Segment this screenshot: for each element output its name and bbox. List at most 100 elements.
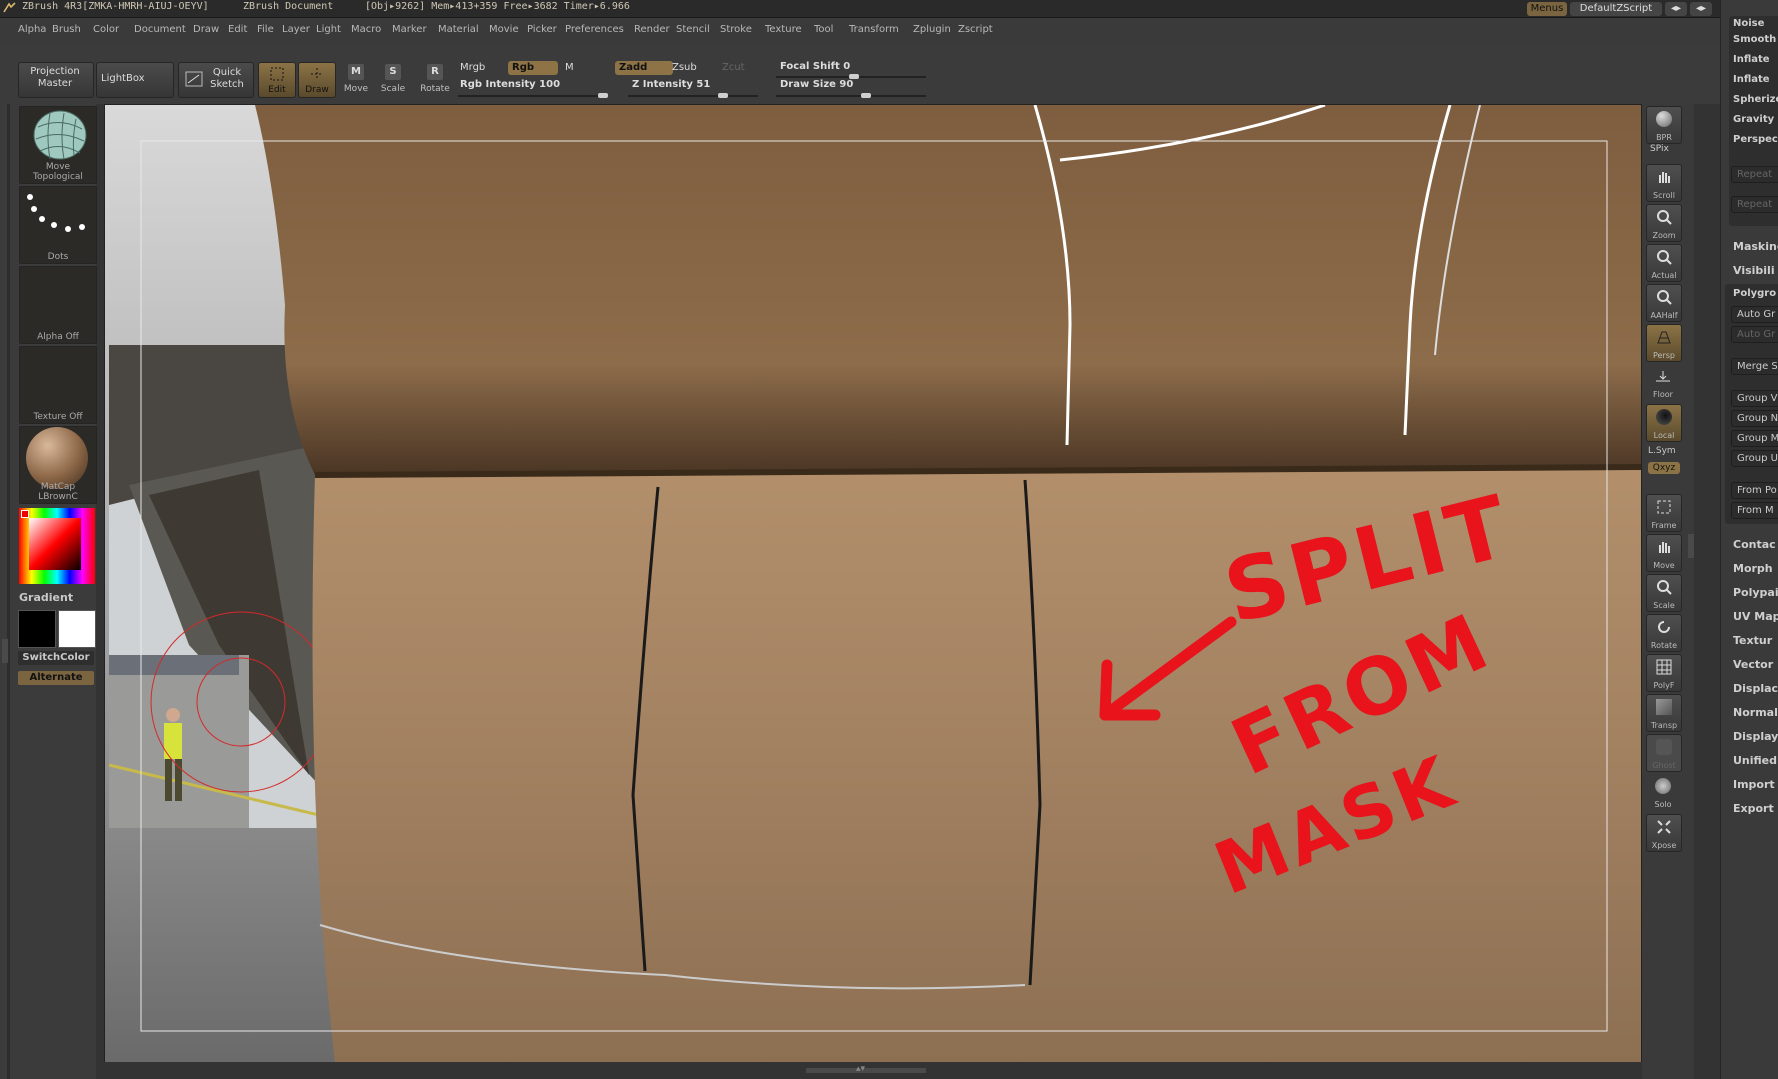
normal-map-section[interactable]: Normal [1733,706,1778,719]
deform-smooth[interactable]: Smooth [1733,34,1776,45]
color-picker[interactable] [19,508,95,584]
contact-section[interactable]: Contac [1733,538,1776,551]
rotate-mode-button[interactable]: R Rotate [417,62,453,96]
bottom-tray-handle[interactable] [806,1068,926,1073]
quick-sketch-button[interactable]: Quick Sketch [178,62,254,98]
scroll-button[interactable]: Scroll [1646,164,1682,202]
display-properties-section[interactable]: Display [1733,730,1778,743]
rgb-intensity-slider[interactable]: Rgb Intensity 100 [456,78,608,92]
secondary-color-swatch[interactable] [58,610,96,648]
menu-layer[interactable]: Layer [282,24,310,35]
deform-inflate[interactable]: Inflate [1733,54,1770,65]
projection-master-button[interactable]: Projection Master [18,62,94,98]
aahalf-button[interactable]: AAHalf [1646,284,1682,322]
draw-size-track[interactable] [776,93,926,98]
menu-transform[interactable]: Transform [849,24,899,35]
menu-draw[interactable]: Draw [193,24,219,35]
brush-thumbnail[interactable]: Move Topological [19,106,97,184]
import-section[interactable]: Import [1733,778,1775,791]
menu-render[interactable]: Render [634,24,670,35]
visibility-section[interactable]: Visibili [1733,264,1775,277]
alpha-thumbnail[interactable]: Alpha Off [19,266,97,344]
deform-gravity[interactable]: Gravity [1733,114,1774,125]
lightbox-button[interactable]: LightBox [96,62,174,98]
material-thumbnail[interactable]: MatCap LBrownC [19,426,97,504]
repeat-button-1[interactable]: Repeat [1731,166,1778,183]
menu-preferences[interactable]: Preferences [565,24,624,35]
menu-movie[interactable]: Movie [489,24,519,35]
gradient-label[interactable]: Gradient [19,591,73,604]
deform-inflate-balloon[interactable]: Inflate [1733,74,1770,85]
color-saturation-square[interactable] [29,518,81,570]
uv-map-section[interactable]: UV Map [1733,610,1778,623]
menu-color[interactable]: Color [93,24,119,35]
expand-tray-icon[interactable]: ▴▾ [856,1064,865,1074]
unified-skin-section[interactable]: Unified [1733,754,1777,767]
switchcolor-button[interactable]: SwitchColor [18,651,94,665]
zadd-toggle[interactable]: Zadd [615,61,673,75]
rotate-view-button[interactable]: Rotate [1646,614,1682,652]
auto-groups-button[interactable]: Auto Gr [1731,306,1778,323]
texture-map-section[interactable]: Textur [1733,634,1772,647]
zcut-toggle[interactable]: Zcut [718,61,762,75]
group-visible-button[interactable]: Group V [1731,390,1778,407]
scale-mode-button[interactable]: S Scale [375,62,411,96]
menus-button[interactable]: Menus [1527,2,1567,16]
edit-mode-button[interactable]: Edit [258,62,296,98]
texture-thumbnail[interactable]: Texture Off [19,346,97,424]
mrgb-toggle[interactable]: Mrgb [456,61,508,75]
ghost-button[interactable]: Ghost [1646,734,1682,772]
menu-stencil[interactable]: Stencil [676,24,710,35]
alternate-button[interactable]: Alternate [18,671,94,685]
polygroups-section[interactable]: Polygro [1733,288,1776,299]
menu-tool[interactable]: Tool [814,24,833,35]
deform-noise[interactable]: Noise [1733,18,1764,29]
focal-shift-slider[interactable]: Focal Shift 0 [776,60,910,74]
menu-material[interactable]: Material [438,24,479,35]
from-masking-button[interactable]: From M [1731,502,1778,519]
menu-texture[interactable]: Texture [765,24,802,35]
menu-brush[interactable]: Brush [52,24,81,35]
qxyz-button[interactable]: Qxyz [1648,462,1680,474]
menu-zplugin[interactable]: Zplugin [913,24,951,35]
menu-edit[interactable]: Edit [228,24,247,35]
transp-button[interactable]: Transp [1646,694,1682,732]
main-color-swatch[interactable] [18,610,56,648]
menu-light[interactable]: Light [316,24,341,35]
menu-picker[interactable]: Picker [527,24,557,35]
right-tray-handle[interactable] [1688,534,1694,558]
tray-collapse-handle[interactable] [2,639,8,663]
draw-mode-button[interactable]: Draw [298,62,336,98]
stroke-thumbnail[interactable]: Dots [19,186,97,264]
menu-zscript[interactable]: Zscript [958,24,993,35]
deform-perspective[interactable]: Perspec [1733,134,1778,145]
group-normals-button[interactable]: Group N [1731,410,1778,427]
auto-groups-uv-button[interactable]: Auto Gr [1731,326,1778,343]
menu-file[interactable]: File [257,24,274,35]
lsym-button[interactable]: L.Sym [1648,446,1676,456]
move-view-button[interactable]: Move [1646,534,1682,572]
solo-button[interactable]: Solo [1646,774,1680,810]
frame-button[interactable]: Frame [1646,494,1682,532]
displacement-map-section[interactable]: Displac [1733,682,1778,695]
bpr-button[interactable]: BPR [1646,106,1682,144]
local-button[interactable]: Local [1646,404,1682,442]
polypaint-section[interactable]: Polypai [1733,586,1778,599]
deform-spherize[interactable]: Spherize [1733,94,1778,105]
merge-button[interactable]: Merge S [1731,358,1778,375]
tray-divider[interactable] [7,104,10,1079]
layout-toggle-icon[interactable]: ◂▸ [1665,2,1687,16]
menu-alpha[interactable]: Alpha [18,24,46,35]
menu-document[interactable]: Document [134,24,186,35]
rgb-intensity-track[interactable] [458,93,608,98]
vector-displacement-section[interactable]: Vector [1733,658,1773,671]
from-polypaint-button[interactable]: From Po [1731,482,1778,499]
default-zscript-button[interactable]: DefaultZScript [1570,2,1662,16]
floor-button[interactable]: Floor [1646,364,1680,400]
layout-toggle-icon-2[interactable]: ◂▸ [1690,2,1712,16]
scale-view-button[interactable]: Scale [1646,574,1682,612]
polyf-button[interactable]: PolyF [1646,654,1682,692]
xpose-button[interactable]: Xpose [1646,814,1682,852]
group-uv-button[interactable]: Group U [1731,450,1778,467]
persp-button[interactable]: Persp [1646,324,1682,362]
